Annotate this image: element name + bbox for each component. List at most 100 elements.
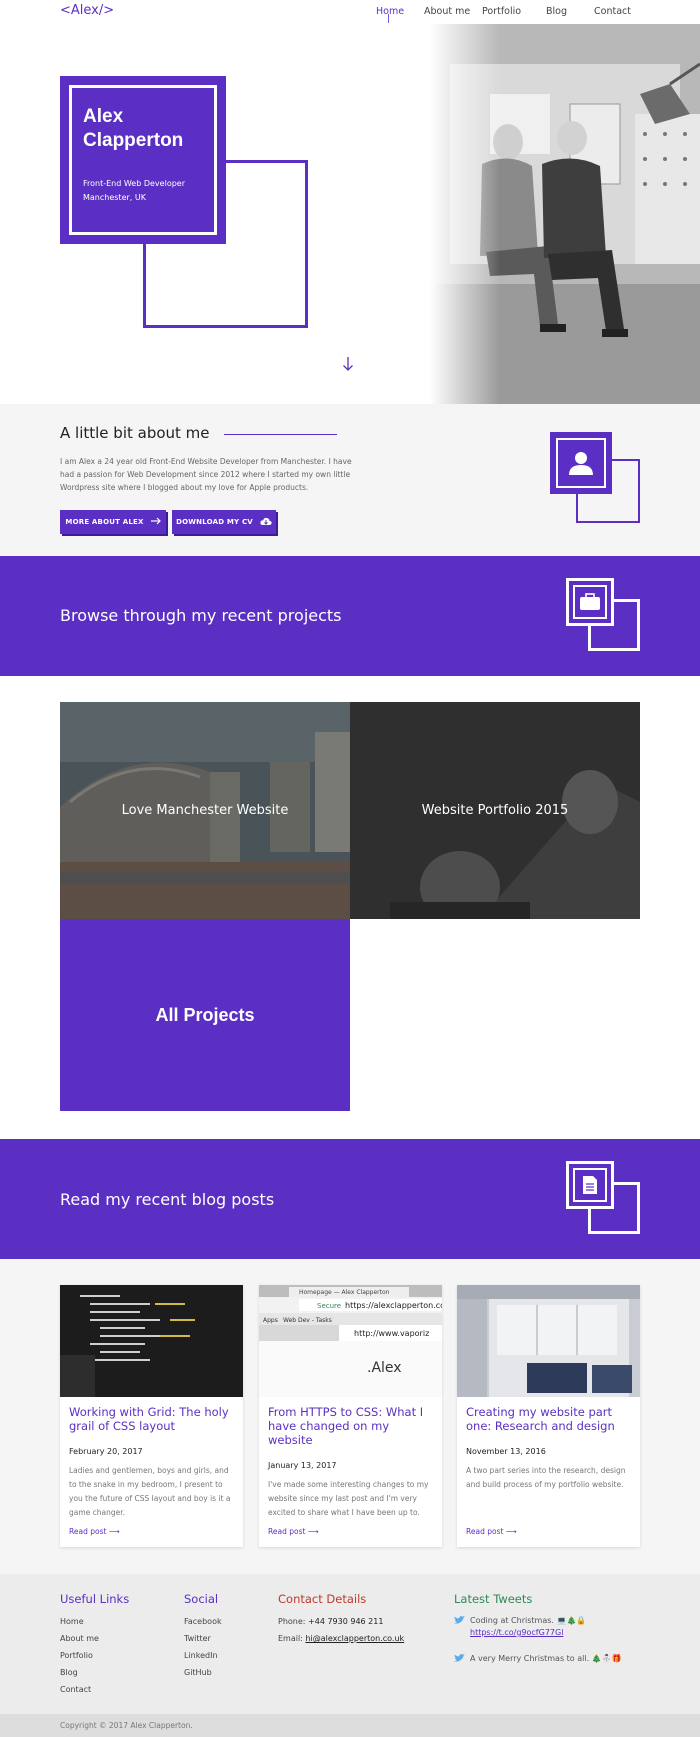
tweet-text: Coding at Christmas. 💻🎄🔒 <box>470 1616 587 1625</box>
browser-url: https://alexclapperton.co <box>345 1301 442 1310</box>
blog-post-date: February 20, 2017 <box>69 1447 143 1456</box>
footer-link-linkedin[interactable]: LinkedIn <box>184 1651 218 1660</box>
read-post-label: Read post <box>466 1527 504 1536</box>
site-logo[interactable]: <Alex/> <box>60 3 114 18</box>
blog-post-card[interactable]: Homepage — Alex Clapperton Secure https:… <box>259 1285 442 1547</box>
download-cv-label: DOWNLOAD MY CV <box>176 518 253 526</box>
nav-active-indicator <box>388 14 389 23</box>
about-icon-box <box>550 432 612 494</box>
hero-card: Alex Clapperton Front-End Web Developer … <box>60 76 226 244</box>
browser-secure: Secure <box>317 1302 341 1310</box>
more-about-label: MORE ABOUT ALEX <box>65 518 144 526</box>
footer-link-twitter[interactable]: Twitter <box>184 1634 211 1643</box>
project-portfolio-2015[interactable]: Website Portfolio 2015 <box>350 702 640 919</box>
about-section: A little bit about me I am Alex a 24 yea… <box>0 404 700 556</box>
arrow-down-icon[interactable] <box>342 356 354 376</box>
blog-post-image <box>457 1285 640 1397</box>
blog-banner: Read my recent blog posts <box>0 1139 700 1259</box>
nav-portfolio[interactable]: Portfolio <box>482 6 521 17</box>
site-header: <Alex/> Home About me Portfolio Blog Con… <box>0 0 700 24</box>
arrow-right-icon: ⟶ <box>505 1527 517 1536</box>
arrow-right-icon: ⟶ <box>307 1527 319 1536</box>
footer-contact-title: Contact Details <box>278 1592 367 1606</box>
about-text: I am Alex a 24 year old Front-End Websit… <box>60 457 352 492</box>
all-projects-button[interactable]: All Projects <box>60 919 350 1111</box>
phone-label: Phone: <box>278 1617 306 1626</box>
browser-apps: Apps <box>263 1317 278 1324</box>
browser-url-2: http://www.vaporiz <box>354 1329 429 1338</box>
project-label: Love Manchester Website <box>121 803 289 818</box>
nav-contact[interactable]: Contact <box>594 6 631 17</box>
footer-useful-title: Useful Links <box>60 1592 130 1606</box>
projects-banner-title: Browse through my recent projects <box>60 606 342 625</box>
blog-post-card[interactable]: Creating my website part one: Research a… <box>457 1285 640 1547</box>
nav-home[interactable]: Home <box>376 6 404 17</box>
copyright-text: Copyright © 2017 Alex Clapperton. <box>60 1721 193 1730</box>
read-post-label: Read post <box>268 1527 306 1536</box>
nav-blog[interactable]: Blog <box>546 6 567 17</box>
footer-link-home[interactable]: Home <box>60 1617 84 1626</box>
tweet-text: A very Merry Christmas to all. 🎄⛄🎁 <box>470 1654 622 1663</box>
all-projects-label: All Projects <box>155 1004 255 1025</box>
projects-banner: Browse through my recent projects <box>0 556 700 676</box>
read-post-link[interactable]: Read post ⟶ <box>69 1527 120 1536</box>
tweet-item: A very Merry Christmas to all. 🎄⛄🎁 <box>454 1654 622 1665</box>
blog-post-excerpt: A two part series into the research, des… <box>466 1466 626 1489</box>
twitter-bird-icon <box>454 1654 465 1665</box>
footer-link-github[interactable]: GitHub <box>184 1668 212 1677</box>
footer-link-blog[interactable]: Blog <box>60 1668 78 1677</box>
arrow-right-icon: ⟶ <box>108 1527 120 1536</box>
browser-bookmark: Web Dev - Tasks <box>283 1317 332 1324</box>
about-title: A little bit about me <box>60 424 210 442</box>
project-label: Website Portfolio 2015 <box>421 803 569 818</box>
cloud-download-icon <box>260 517 272 528</box>
blog-post-date: November 13, 2016 <box>466 1447 546 1456</box>
user-icon <box>556 438 606 488</box>
project-love-manchester[interactable]: Love Manchester Website <box>60 702 350 919</box>
about-title-line <box>224 434 337 435</box>
document-icon <box>566 1161 614 1209</box>
footer-link-portfolio[interactable]: Portfolio <box>60 1651 93 1660</box>
copyright-bar: Copyright © 2017 Alex Clapperton. <box>0 1714 700 1737</box>
footer-link-facebook[interactable]: Facebook <box>184 1617 222 1626</box>
blog-post-title[interactable]: From HTTPS to CSS: What I have changed o… <box>268 1405 434 1447</box>
browser-tab: Homepage — Alex Clapperton <box>299 1289 390 1296</box>
hero-location: Manchester, UK <box>83 193 146 202</box>
read-post-label: Read post <box>69 1527 107 1536</box>
footer-phone: Phone: +44 7930 946 211 <box>278 1617 383 1626</box>
footer-social-title: Social <box>184 1592 219 1606</box>
footer-tweets-title: Latest Tweets <box>454 1592 533 1606</box>
blog-post-excerpt: I've made some interesting changes to my… <box>268 1480 429 1517</box>
blog-banner-title: Read my recent blog posts <box>60 1190 275 1209</box>
download-cv-button[interactable]: DOWNLOAD MY CV <box>172 510 276 534</box>
hero-role: Front-End Web Developer Manchester, UK <box>83 177 185 205</box>
email-link[interactable]: hi@alexclapperton.co.uk <box>305 1634 404 1643</box>
blog-post-card[interactable]: Working with Grid: The holy grail of CSS… <box>60 1285 243 1547</box>
blog-post-title[interactable]: Working with Grid: The holy grail of CSS… <box>69 1405 235 1433</box>
footer-link-about[interactable]: About me <box>60 1634 99 1643</box>
tweet-item: Coding at Christmas. 💻🎄🔒 https://t.co/g9… <box>454 1616 586 1637</box>
tweet-link[interactable]: https://t.co/g9ocfG77Gl <box>470 1628 586 1637</box>
footer-email: Email: hi@alexclapperton.co.uk <box>278 1634 404 1643</box>
browser-page: .Alex <box>367 1360 402 1376</box>
hero-photo <box>430 24 700 404</box>
hero-role-title: Front-End Web Developer <box>83 179 185 188</box>
hero-photo-fade <box>430 24 500 404</box>
hero-section: Alex Clapperton Front-End Web Developer … <box>0 24 700 404</box>
arrow-right-icon <box>150 517 161 527</box>
read-post-link[interactable]: Read post ⟶ <box>268 1527 319 1536</box>
phone-number[interactable]: +44 7930 946 211 <box>308 1617 383 1626</box>
email-label: Email: <box>278 1634 303 1643</box>
blog-posts-area: Working with Grid: The holy grail of CSS… <box>0 1259 700 1574</box>
nav-about[interactable]: About me <box>424 6 470 17</box>
more-about-button[interactable]: MORE ABOUT ALEX <box>60 510 166 534</box>
blog-post-image: Homepage — Alex Clapperton Secure https:… <box>259 1285 442 1397</box>
site-footer: Useful Links Home About me Portfolio Blo… <box>0 1574 700 1714</box>
twitter-bird-icon <box>454 1616 465 1637</box>
blog-post-date: January 13, 2017 <box>268 1461 337 1470</box>
read-post-link[interactable]: Read post ⟶ <box>466 1527 517 1536</box>
blog-post-title[interactable]: Creating my website part one: Research a… <box>466 1405 632 1433</box>
hero-name: Alex Clapperton <box>83 106 184 151</box>
blog-post-image <box>60 1285 243 1397</box>
footer-link-contact[interactable]: Contact <box>60 1685 91 1694</box>
